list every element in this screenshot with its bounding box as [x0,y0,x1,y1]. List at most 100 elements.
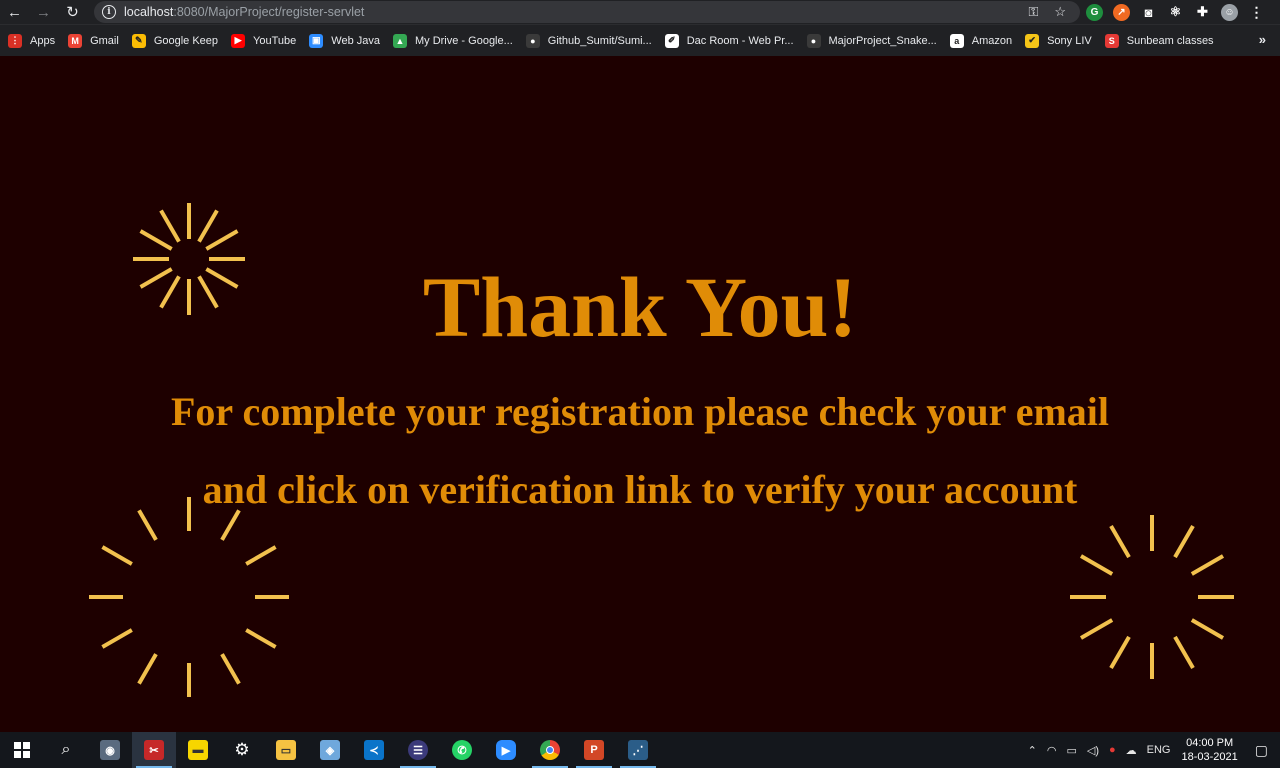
back-arrow-icon[interactable]: ← [0,0,29,24]
sparkle-icon-bottom-right [1070,515,1234,679]
reload-icon[interactable]: ↻ [58,0,87,24]
antivirus-icon[interactable]: ● [1109,744,1116,756]
star-icon[interactable]: ☆ [1054,4,1066,20]
bookmark-favicon-icon: ▣ [309,33,324,48]
bookmark-favicon-icon: ⋮ [8,33,22,48]
notifications-icon[interactable]: ▢ [1255,742,1268,759]
bookmarks-bar: ⋮ Apps M Gmail ✎ Google Keep ▶ YouTube ▣ Web Java… [0,24,1280,56]
bookmark-item[interactable]: ✎ Google Keep [131,33,219,48]
bookmark-item[interactable]: ▶ YouTube [231,33,297,48]
system-tray: ⌃ ◠ ▭ ◁) ● ☁ ENG 04:00 PM 18-03-2021 ▢ [1023,732,1280,768]
bookmark-label: Google Keep [153,34,219,47]
whatsapp-icon[interactable]: ✆ [440,732,484,768]
windows-taskbar: ⌕ ◉ ✂ ▬ ⚙ ▭ ◈ ≺ ☰ ✆ ▶ P ⋰ ⌃ ◠ ▭ ◁) ● ☁ E… [0,732,1280,768]
bookmark-label: Gmail [90,34,119,47]
camera-app-icon[interactable]: ◉ [88,732,132,768]
url-host: localhost [124,5,174,19]
clock[interactable]: 04:00 PM 18-03-2021 [1181,736,1237,764]
language-indicator[interactable]: ENG [1147,744,1171,756]
address-bar[interactable]: i localhost:8080/MajorProject/register-s… [94,1,1080,23]
wifi-icon[interactable]: ◠ [1047,744,1057,757]
search-icon[interactable]: ⌕ [44,732,88,768]
bookmark-label: Web Java [331,34,380,47]
bookmark-label: Sony LIV [1047,34,1092,47]
sparkle-ray [101,545,133,566]
bookmark-item[interactable]: ▲ My Drive - Google... [392,33,513,48]
3d-box-app-icon[interactable]: ◈ [308,732,352,768]
chevron-up-icon[interactable]: ⌃ [1028,744,1037,757]
sparkle-ray [1190,618,1225,640]
bookmark-label: Amazon [971,34,1013,47]
sparkle-ray [139,229,173,251]
forward-arrow-icon[interactable]: → [29,0,58,24]
instruction-line-2: and click on verification link to verify… [202,467,1078,512]
bookmark-favicon-icon: M [68,33,83,48]
info-icon[interactable]: i [102,5,116,19]
sparkle-ray [220,653,241,685]
bookmark-label: Dac Room - Web Pr... [686,34,794,47]
more-menu-icon[interactable]: ⋮ [1248,4,1265,21]
grammarly-extension-icon[interactable]: G [1086,3,1103,21]
mysql-workbench-icon[interactable]: ⋰ [616,732,660,768]
sparkle-ray [137,509,158,541]
orange-extension-icon[interactable]: ↗ [1113,3,1130,21]
sparkle-ray [137,653,158,685]
bookmark-favicon-icon: a [949,33,964,48]
bookmark-label: Github_Sumit/Sumi... [547,34,652,47]
cloud-icon[interactable]: ☁ [1126,744,1137,757]
bookmark-item[interactable]: ● Github_Sumit/Sumi... [525,33,652,48]
react-extension-icon[interactable]: ⚛ [1167,4,1184,21]
bookmark-label: My Drive - Google... [414,34,513,47]
sparkle-ray [1079,554,1114,576]
bookmark-item[interactable]: ● MajorProject_Snake... [806,33,937,48]
sticky-notes-icon[interactable]: ▬ [176,732,220,768]
bookmark-item[interactable]: M Gmail [68,33,119,48]
sparkle-ray [1173,524,1195,559]
sparkle-ray [1173,635,1195,670]
zoom-icon[interactable]: ▶ [484,732,528,768]
sparkle-ray [1079,618,1114,640]
bookmark-item[interactable]: ⋮ Apps [8,33,56,48]
sparkle-ray [245,545,277,566]
more-bookmarks-icon[interactable]: » [1259,32,1266,47]
url-text[interactable]: localhost:8080/MajorProject/register-ser… [124,5,364,19]
bookmark-item[interactable]: ✐ Dac Room - Web Pr... [664,33,794,48]
clock-date: 18-03-2021 [1181,751,1238,763]
clock-time: 04:00 PM [1186,737,1234,749]
sparkle-ray [101,628,133,649]
puzzle-extensions-icon[interactable]: ✚ [1194,4,1211,21]
bookmark-item[interactable]: a Amazon [949,33,1013,48]
file-explorer-icon[interactable]: ▭ [264,732,308,768]
bookmark-label: Apps [30,34,56,47]
sparkle-ray [159,209,181,243]
profile-avatar-icon[interactable]: ☺ [1221,3,1238,21]
bookmark-favicon-icon: ● [525,33,540,48]
volume-icon[interactable]: ◁) [1087,744,1099,757]
bookmark-label: Sunbeam classes [1126,34,1214,47]
bookmark-item[interactable]: S Sunbeam classes [1104,33,1214,48]
snipping-tool-icon[interactable]: ✂ [132,732,176,768]
chrome-icon[interactable] [528,732,572,768]
powerpoint-icon[interactable]: P [572,732,616,768]
bookmark-favicon-icon: ● [806,33,821,48]
battery-icon[interactable]: ▭ [1066,744,1076,757]
vscode-icon[interactable]: ≺ [352,732,396,768]
bookmark-label: YouTube [253,34,297,47]
sparkle-ray [205,229,239,251]
bookmark-item[interactable]: ✔ Sony LIV [1025,33,1092,48]
sparkle-ray [220,509,241,541]
url-path: :8080/MajorProject/register-servlet [173,5,365,19]
bookmark-favicon-icon: S [1104,33,1119,48]
bookmark-favicon-icon: ▲ [392,33,407,48]
bookmark-favicon-icon: ▶ [231,33,246,48]
thank-you-heading: Thank You! [422,259,858,355]
bookmark-favicon-icon: ✎ [131,33,146,48]
settings-gear-icon[interactable]: ⚙ [220,732,264,768]
bookmark-item[interactable]: ▣ Web Java [309,33,380,48]
camera-extension-icon[interactable]: ◙ [1140,4,1157,21]
eclipse-icon[interactable]: ☰ [396,732,440,768]
sparkle-ray [245,628,277,649]
sparkle-ray [1109,524,1131,559]
key-icon[interactable]: ⚿ [1028,4,1038,20]
windows-start-icon[interactable] [0,732,44,768]
